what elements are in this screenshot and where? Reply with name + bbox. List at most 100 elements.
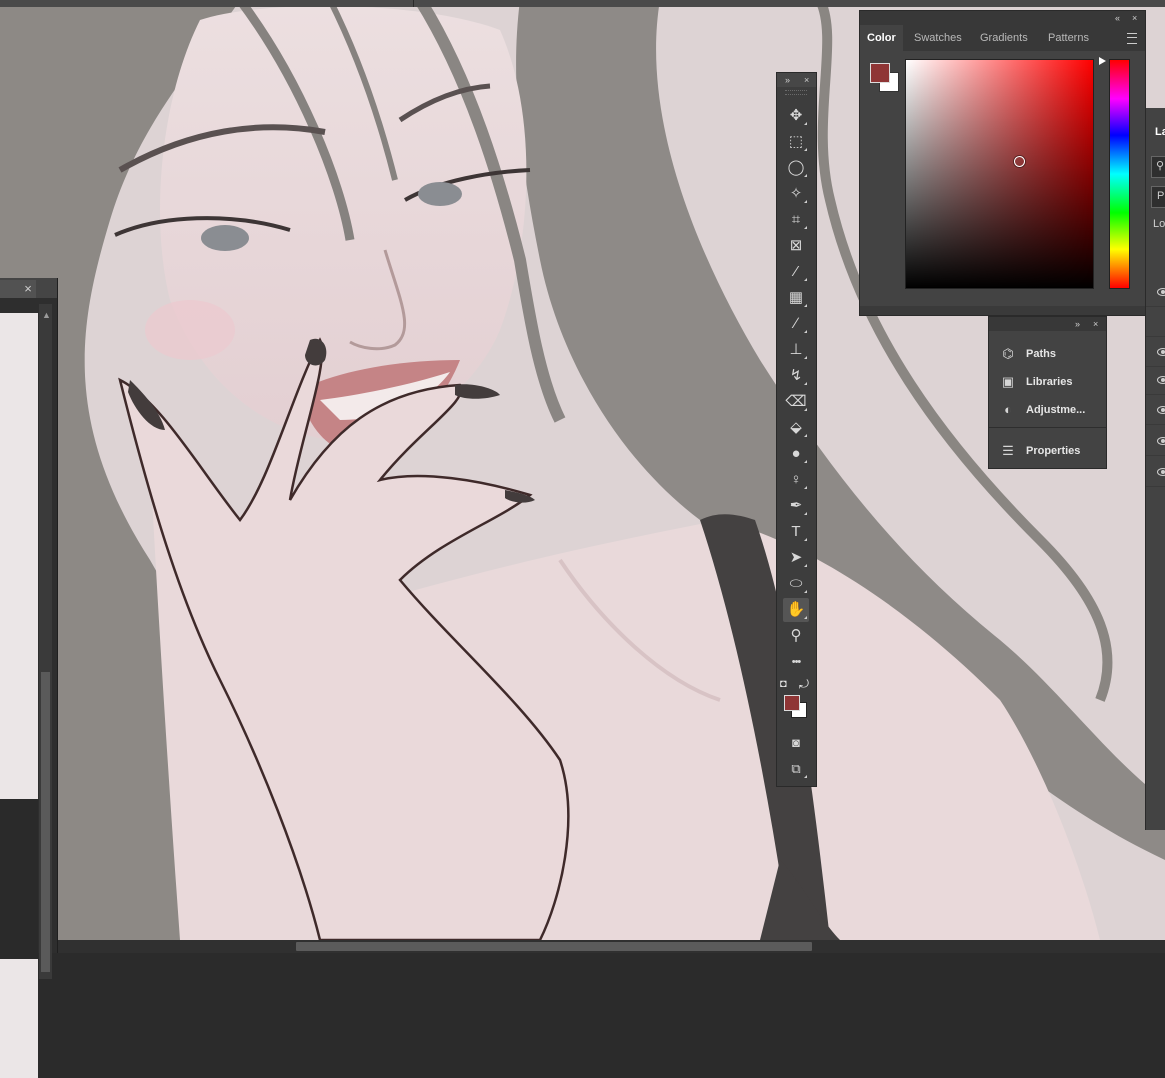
lasso-tool-button[interactable]: ◯ (783, 156, 809, 180)
dock-header: » × (989, 317, 1106, 331)
panel-button-adjustments[interactable]: ◐ Adjustme... (989, 396, 1106, 424)
close-icon[interactable]: × (1093, 317, 1098, 331)
tab-patterns[interactable]: Patterns (1041, 25, 1096, 51)
vertical-scrollbar[interactable]: ▲ (39, 304, 52, 979)
magic-wand-tool-button[interactable]: ✧ (783, 182, 809, 206)
collapse-icon[interactable]: » (1075, 317, 1080, 331)
type-tool-icon: T (791, 523, 801, 540)
move-tool-button[interactable]: ✥ (783, 104, 809, 128)
eyedropper-tool-button[interactable]: ⁄ (783, 260, 809, 284)
color-panel-tabs: Color Swatches Gradients Patterns (860, 25, 1145, 51)
close-icon[interactable]: × (1132, 11, 1137, 25)
layer-row[interactable] (1146, 394, 1165, 425)
hand-tool-button[interactable]: ✋ (783, 598, 809, 622)
hue-slider-marker[interactable] (1099, 57, 1106, 65)
screen-mode-button[interactable]: ⧉ (783, 757, 809, 781)
pen-tool-button[interactable]: ✒ (783, 494, 809, 518)
brush-tool-button[interactable]: ∕ (783, 312, 809, 336)
history-brush-tool-button[interactable]: ↯ (783, 364, 809, 388)
ellipse-tool-icon: ⬭ (789, 575, 803, 592)
path-selection-tool-button[interactable]: ➤ (783, 546, 809, 570)
panel-button-label: Adjustme... (1026, 404, 1086, 416)
layer-row[interactable] (1146, 425, 1165, 456)
dodge-tool-button[interactable]: ♀ (783, 468, 809, 492)
paint-bucket-tool-button[interactable]: ⬙ (783, 416, 809, 440)
vertical-scrollbar-thumb[interactable] (41, 672, 50, 972)
frame-tool-icon: ⊠ (789, 237, 803, 254)
default-colors-icon[interactable]: ◘ (780, 678, 787, 690)
edit-toolbar-button[interactable]: ••• (783, 650, 809, 674)
visibility-eye-icon[interactable] (1157, 376, 1165, 384)
document-tab[interactable]: × (0, 280, 36, 298)
crop-tool-button[interactable]: ⌗ (783, 208, 809, 232)
hand-tool-icon: ✋ (786, 601, 806, 618)
eraser-tool-button[interactable]: ⌫ (783, 390, 809, 414)
tab-gradients[interactable]: Gradients (973, 25, 1035, 51)
collapse-icon[interactable]: « (1115, 11, 1120, 25)
collapse-icon[interactable]: » (785, 73, 790, 87)
frame-tool-button[interactable]: ⊠ (783, 234, 809, 258)
color-swatches (781, 692, 811, 722)
dodge-tool-icon: ♀ (790, 471, 802, 488)
visibility-eye-icon[interactable] (1157, 288, 1165, 296)
color-panel-header: « × (860, 11, 1145, 25)
screen-mode-icon: ⧉ (791, 761, 801, 776)
swap-colors-icon[interactable]: ⤾ (799, 677, 809, 692)
panel-resize-bar[interactable] (860, 306, 1145, 315)
quick-mask-icon: ◙ (792, 735, 800, 750)
libraries-icon: ▣ (1001, 374, 1015, 389)
foreground-color-swatch[interactable] (784, 695, 800, 711)
close-icon[interactable]: × (21, 281, 35, 297)
saturation-brightness-field[interactable] (905, 59, 1094, 289)
panel-grip[interactable] (785, 90, 807, 95)
panel-button-paths[interactable]: ⌬ Paths (989, 340, 1106, 368)
panel-menu-icon[interactable] (1127, 33, 1137, 44)
panel-button-label: Properties (1026, 445, 1081, 457)
scroll-up-icon[interactable]: ▲ (42, 310, 51, 320)
layer-row[interactable] (1146, 364, 1165, 395)
layer-row[interactable] (1146, 456, 1165, 487)
title-bar-divider (413, 0, 414, 7)
marquee-tool-button[interactable]: ⬚ (783, 130, 809, 154)
hue-slider[interactable] (1109, 59, 1130, 289)
move-tool-icon: ✥ (789, 107, 803, 124)
tab-color[interactable]: Color (860, 25, 903, 51)
panel-button-properties[interactable]: ☰ Properties (989, 437, 1106, 465)
color-picker-cursor[interactable] (1014, 156, 1025, 167)
floating-document-window: × ▲ (0, 278, 58, 1078)
visibility-eye-icon[interactable] (1157, 437, 1165, 445)
type-tool-button[interactable]: T (783, 520, 809, 544)
clone-stamp-tool-button[interactable]: ⊥ (783, 338, 809, 362)
zoom-tool-button[interactable]: ⚲ (783, 624, 809, 648)
foreground-color-swatch[interactable] (870, 63, 890, 83)
blur-tool-button[interactable]: ● (783, 442, 809, 466)
layer-row[interactable] (1146, 336, 1165, 367)
tools-panel-header: » × (777, 73, 816, 87)
layers-tab-label[interactable]: La (1155, 126, 1165, 138)
visibility-eye-icon[interactable] (1157, 406, 1165, 414)
document-pasteboard (0, 799, 38, 959)
rectangular-marquee-tool-icon: ⬚ (788, 133, 804, 150)
floating-document-header: × (0, 278, 57, 298)
visibility-eye-icon[interactable] (1157, 348, 1165, 356)
blend-mode-select[interactable]: P (1151, 186, 1165, 208)
visibility-eye-icon[interactable] (1157, 468, 1165, 476)
layer-row[interactable] (1146, 276, 1165, 307)
close-icon[interactable]: × (804, 73, 809, 87)
panel-button-libraries[interactable]: ▣ Libraries (989, 368, 1106, 396)
eraser-tool-icon: ⌫ (785, 393, 807, 410)
layer-row[interactable] (1146, 306, 1165, 337)
lasso-tool-icon: ◯ (787, 159, 805, 176)
shape-tool-button[interactable]: ⬭ (783, 572, 809, 596)
tab-swatches[interactable]: Swatches (907, 25, 969, 51)
brightness-gradient (906, 60, 1093, 288)
layer-filter-search[interactable]: ⚲ (1151, 156, 1165, 178)
layers-panel: La ⚲ P Lo (1145, 108, 1165, 830)
adjustments-icon: ◐ (1004, 402, 1012, 417)
quick-mask-button[interactable]: ◙ (783, 731, 809, 755)
lock-label: Lo (1153, 218, 1165, 230)
spot-healing-brush-icon: ▦ (788, 289, 804, 306)
horizontal-scrollbar-thumb[interactable] (296, 942, 812, 951)
healing-brush-tool-button[interactable]: ▦ (783, 286, 809, 310)
history-brush-tool-icon: ↯ (789, 367, 803, 384)
